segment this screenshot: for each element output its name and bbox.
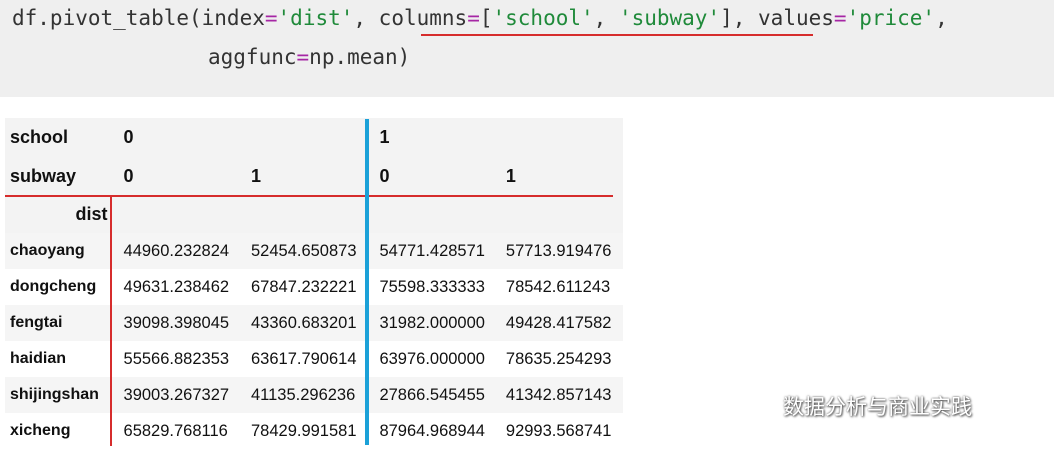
table-row: shijingshan 39003.267327 41135.296236 27…	[5, 377, 623, 413]
subway-label: subway	[5, 157, 117, 196]
table-row: xicheng 65829.768116 78429.991581 87964.…	[5, 413, 623, 449]
code-line-1: df.pivot_table(index='dist', columns=['s…	[12, 6, 948, 30]
table-cell: 43360.683201	[246, 305, 375, 341]
school-group-divider-annotation	[365, 119, 369, 445]
header-row-subway: subway 0 1 0 1	[5, 157, 623, 196]
table-cell: 39098.398045	[116, 305, 247, 341]
school-1-header: 1	[374, 118, 503, 157]
table-cell: 78429.991581	[246, 413, 375, 449]
subway-header: 1	[246, 157, 375, 196]
table-cell: 92993.568741	[502, 413, 623, 449]
index-name-row: dist	[5, 196, 623, 233]
row-label: chaoyang	[5, 233, 117, 269]
columns-underline-annotation	[421, 34, 813, 36]
table-cell: 52454.650873	[246, 233, 375, 269]
school-label: school	[5, 118, 117, 157]
table-cell: 63976.000000	[374, 341, 503, 377]
empty-header-cell	[374, 196, 503, 233]
table-cell: 41135.296236	[246, 377, 375, 413]
table-cell: 39003.267327	[116, 377, 247, 413]
row-label: fengtai	[5, 305, 117, 341]
row-label: shijingshan	[5, 377, 117, 413]
watermark: 数据分析与商业实践	[737, 390, 972, 422]
table-cell: 78635.254293	[502, 341, 623, 377]
table-row: chaoyang 44960.232824 52454.650873 54771…	[5, 233, 623, 269]
index-label: dist	[5, 196, 117, 233]
table-cell: 67847.232221	[246, 269, 375, 305]
table-cell: 27866.545455	[374, 377, 503, 413]
table-cell: 54771.428571	[374, 233, 503, 269]
table-cell: 31982.000000	[374, 305, 503, 341]
subway-header: 0	[116, 157, 247, 196]
table-row: haidian 55566.882353 63617.790614 63976.…	[5, 341, 623, 377]
pivot-table-output: school 0 1 subway 0 1 0 1 dist chaoyang …	[5, 118, 623, 449]
row-label: xicheng	[5, 413, 117, 449]
table-row: fengtai 39098.398045 43360.683201 31982.…	[5, 305, 623, 341]
empty-header-cell	[502, 118, 623, 157]
table-cell: 78542.611243	[502, 269, 623, 305]
empty-header-cell	[502, 196, 623, 233]
code-cell[interactable]: df.pivot_table(index='dist', columns=['s…	[0, 0, 1054, 97]
table-cell: 57713.919476	[502, 233, 623, 269]
code-line-2: aggfunc=np.mean)	[208, 45, 411, 69]
index-divider-annotation	[110, 196, 112, 446]
table-cell: 55566.882353	[116, 341, 247, 377]
subway-header: 1	[502, 157, 623, 196]
row-label: dongcheng	[5, 269, 117, 305]
table-cell: 49631.238462	[116, 269, 247, 305]
table-cell: 44960.232824	[116, 233, 247, 269]
watermark-text: 数据分析与商业实践	[783, 395, 972, 419]
table-cell: 63617.790614	[246, 341, 375, 377]
wechat-icon	[738, 391, 775, 420]
table-cell: 87964.968944	[374, 413, 503, 449]
empty-header-cell	[246, 118, 375, 157]
table-cell: 75598.333333	[374, 269, 503, 305]
table-cell: 65829.768116	[116, 413, 247, 449]
school-0-header: 0	[116, 118, 247, 157]
header-divider-annotation	[5, 195, 613, 197]
subway-header: 0	[374, 157, 503, 196]
header-row-school: school 0 1	[5, 118, 623, 157]
table-row: dongcheng 49631.238462 67847.232221 7559…	[5, 269, 623, 305]
empty-header-cell	[116, 196, 247, 233]
table-cell: 49428.417582	[502, 305, 623, 341]
empty-header-cell	[246, 196, 375, 233]
row-label: haidian	[5, 341, 117, 377]
table-cell: 41342.857143	[502, 377, 623, 413]
